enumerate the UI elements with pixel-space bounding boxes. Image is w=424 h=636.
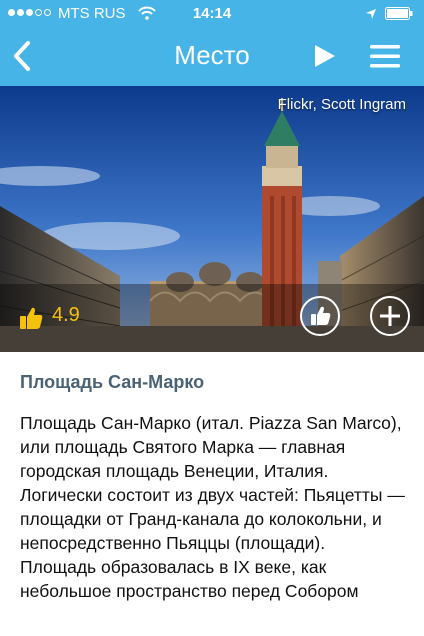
article-body: Площадь Сан-Марко (итал. Piazza San Marc… <box>20 413 405 601</box>
play-button[interactable] <box>312 42 338 70</box>
place-photo: Flickr, Scott Ingram 4.9 <box>0 86 424 352</box>
rating-value: 4.9 <box>52 304 80 326</box>
photo-action-bar: 4.9 <box>0 284 424 352</box>
top-bar: MTS RUS 14:14 Место <box>0 0 424 86</box>
status-bar: MTS RUS 14:14 <box>0 0 424 28</box>
navigation-bar: Место <box>0 28 424 86</box>
page-title: Место <box>174 40 250 70</box>
article: Площадь Сан-Марко Площадь Сан-Марко (ита… <box>20 372 412 603</box>
article-title: Площадь Сан-Марко <box>20 372 205 392</box>
add-button[interactable] <box>370 296 410 336</box>
photo-credit: Flickr, Scott Ingram <box>277 96 406 113</box>
status-time: 14:14 <box>192 5 232 22</box>
like-button[interactable] <box>300 296 340 336</box>
thumbs-up-icon <box>20 307 43 329</box>
battery-icon <box>385 7 413 20</box>
menu-button[interactable] <box>368 42 402 70</box>
location-arrow-icon <box>366 9 376 19</box>
plus-icon <box>380 306 400 326</box>
thumbs-up-icon <box>311 306 331 325</box>
